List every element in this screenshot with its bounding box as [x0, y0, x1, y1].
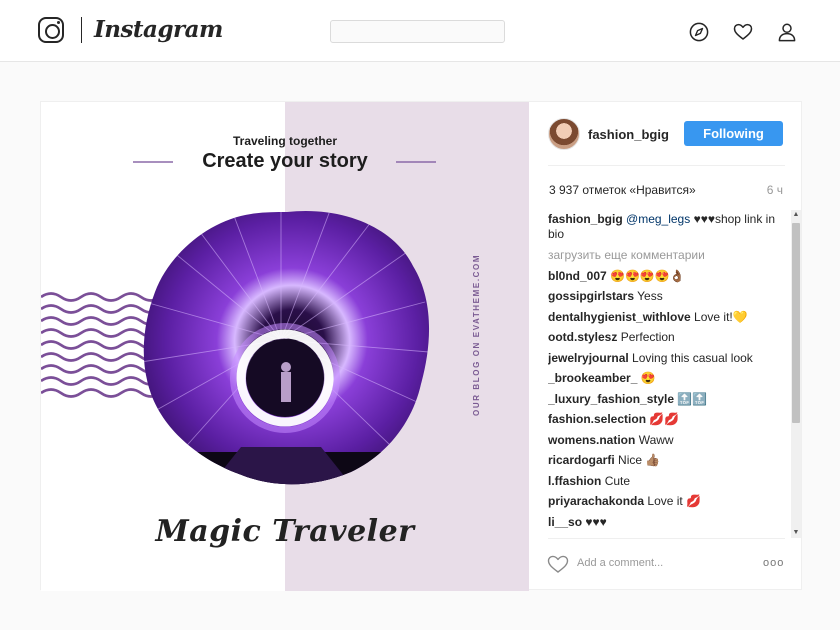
- comment-username[interactable]: li__so: [548, 515, 582, 529]
- like-heart-icon[interactable]: [547, 554, 569, 574]
- comments-list: fashion_bgig @meg_legs ♥♥♥shop link in b…: [548, 212, 788, 534]
- comment-username[interactable]: ootd.stylesz: [548, 330, 617, 344]
- scroll-thumb[interactable]: [792, 223, 800, 423]
- divider: [548, 538, 785, 539]
- image-signature: Magic Traveler: [155, 514, 415, 549]
- comment-username[interactable]: l.ffashion: [548, 474, 601, 488]
- post-time[interactable]: 6 ч: [767, 183, 783, 197]
- more-options-icon[interactable]: ооо: [763, 554, 785, 572]
- comment-username[interactable]: fashion.selection: [548, 412, 646, 426]
- comment-username[interactable]: _brookeamber_: [548, 371, 637, 385]
- logo-divider: [81, 17, 82, 43]
- comment-row: li__so ♥♥♥: [548, 515, 788, 530]
- comment-username[interactable]: ricardogarfi: [548, 453, 615, 467]
- comment-username[interactable]: jewelryjournal: [548, 351, 629, 365]
- comment-username[interactable]: dentalhygienist_withlove: [548, 310, 691, 324]
- search-input[interactable]: [330, 20, 505, 43]
- comment-text: Cute: [604, 473, 631, 488]
- comment-row: gossipgirlstars Yess: [548, 289, 788, 304]
- post-owner-username[interactable]: fashion_bgig: [588, 127, 669, 142]
- comment-text: 😍😍😍😍👌🏾: [610, 268, 685, 283]
- comment-text: 😍: [640, 371, 656, 385]
- likes-count[interactable]: 3 937 отметок «Нравится»: [549, 183, 696, 197]
- instagram-wordmark[interactable]: Instagram: [94, 16, 223, 43]
- comment-row: dentalhygienist_withlove Love it!💛: [548, 310, 788, 325]
- image-headline: Create your story: [202, 150, 368, 172]
- divider: [548, 165, 785, 166]
- comment-username[interactable]: womens.nation: [548, 433, 635, 447]
- comment-username[interactable]: _luxury_fashion_style: [548, 392, 674, 406]
- image-subtitle: Traveling together: [232, 134, 338, 148]
- following-button[interactable]: Following: [684, 121, 783, 146]
- image-vertical-text: OUR BLOG ON EVATHEME.COM: [472, 253, 481, 416]
- comment-row: fashion.selection 💋💋: [548, 412, 788, 427]
- comment-text: ♥♥♥: [585, 514, 607, 529]
- comment-row: _brookeamber_ 😍: [548, 371, 788, 386]
- scroll-up-arrow-icon[interactable]: ▲: [791, 210, 801, 220]
- comment-row: jewelryjournal Loving this casual look: [548, 351, 788, 366]
- profile-icon[interactable]: [777, 22, 797, 42]
- scroll-down-arrow-icon[interactable]: ▼: [791, 528, 801, 538]
- heart-icon[interactable]: [733, 22, 753, 42]
- instagram-camera-icon[interactable]: [38, 17, 64, 43]
- add-comment-input[interactable]: [577, 554, 747, 572]
- comment-text: Waww: [638, 432, 674, 447]
- comment-row: l.ffashion Cute: [548, 474, 788, 489]
- post-image[interactable]: Traveling together Create your story Mag…: [41, 102, 529, 591]
- comment-text: Love it!💛: [694, 309, 748, 324]
- comment-username[interactable]: bl0nd_007: [548, 269, 607, 283]
- comment-text: Yess: [637, 289, 663, 303]
- load-more-comments-link[interactable]: загрузить еще комментарии: [548, 248, 788, 262]
- comments-scrollbar[interactable]: ▲ ▼: [791, 210, 801, 538]
- comment-username[interactable]: priyarachakonda: [548, 494, 644, 508]
- comment-text: Nice 👍🏽: [618, 453, 661, 467]
- comment-row: ootd.stylesz Perfection: [548, 330, 788, 345]
- comment-text: Love it 💋: [647, 494, 702, 508]
- post-sidebar: fashion_bgig Following 3 937 отметок «Нр…: [530, 102, 803, 591]
- comment-row: womens.nation Waww: [548, 433, 788, 448]
- comment-text: Perfection: [620, 330, 675, 344]
- top-navigation-bar: Instagram: [0, 0, 840, 62]
- comment-username[interactable]: gossipgirlstars: [548, 289, 634, 303]
- compass-icon[interactable]: [689, 22, 709, 42]
- comment-text: Loving this casual look: [632, 350, 753, 365]
- comment-row: _luxury_fashion_style 🔝🔝: [548, 392, 788, 407]
- caption-mention[interactable]: @meg_legs: [626, 212, 690, 226]
- comment-row: ricardogarfi Nice 👍🏽: [548, 453, 788, 468]
- comment-row: bl0nd_007 😍😍😍😍👌🏾: [548, 269, 788, 284]
- caption-username[interactable]: fashion_bgig: [548, 212, 623, 226]
- comment-row: priyarachakonda Love it 💋: [548, 494, 788, 509]
- post-card: Traveling together Create your story Mag…: [40, 101, 803, 591]
- avatar[interactable]: [548, 118, 580, 150]
- comment-text: 💋💋: [649, 412, 680, 426]
- comment-text: 🔝🔝: [677, 391, 708, 406]
- caption: fashion_bgig @meg_legs ♥♥♥shop link in b…: [548, 212, 788, 242]
